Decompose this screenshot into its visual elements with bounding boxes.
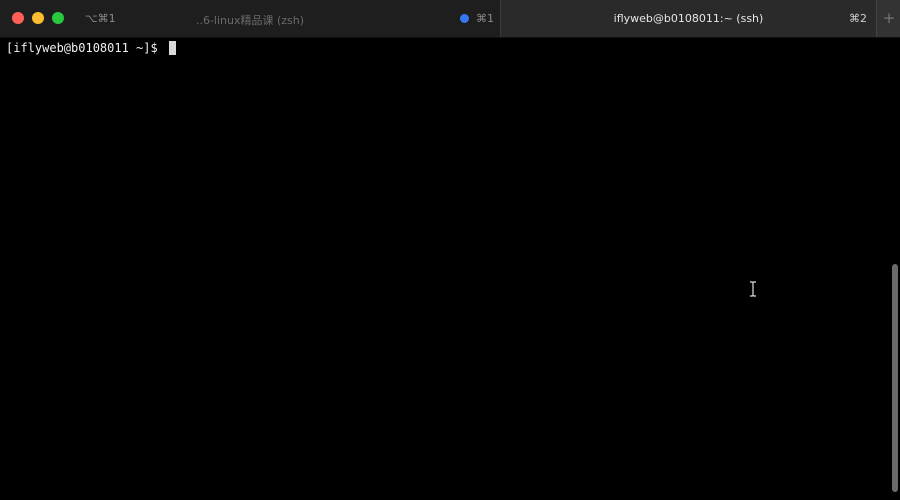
text-cursor (168, 41, 176, 55)
activity-indicator-icon (460, 14, 469, 23)
terminal-pane[interactable]: [iflyweb@b0108011 ~]$ (0, 38, 900, 500)
plus-icon: + (882, 9, 896, 27)
prompt-line: [iflyweb@b0108011 ~]$ (6, 41, 176, 55)
tab-zsh[interactable]: ⌥⌘1 ..6-linux精品课 (zsh) ⌘1 (0, 0, 501, 37)
terminal-window: ⌥⌘1 ..6-linux精品课 (zsh) ⌘1 iflyweb@b01080… (0, 0, 900, 500)
tab-ssh[interactable]: iflyweb@b0108011:~ (ssh) ⌘2 (501, 0, 876, 37)
vertical-scrollbar[interactable] (892, 264, 898, 492)
ibeam-cursor-icon (750, 281, 756, 297)
tab-shortcut: ⌘2 (849, 12, 867, 25)
new-tab-button[interactable]: + (876, 0, 900, 37)
tab-title: ..6-linux精品课 (zsh) (195, 14, 305, 27)
tab-title: iflyweb@b0108011:~ (ssh) (613, 12, 764, 25)
tab-shortcut: ⌘1 (476, 12, 494, 25)
shell-prompt: [iflyweb@b0108011 ~]$ (6, 41, 165, 55)
title-bar: ⌥⌘1 ..6-linux精品课 (zsh) ⌘1 iflyweb@b01080… (0, 0, 900, 38)
